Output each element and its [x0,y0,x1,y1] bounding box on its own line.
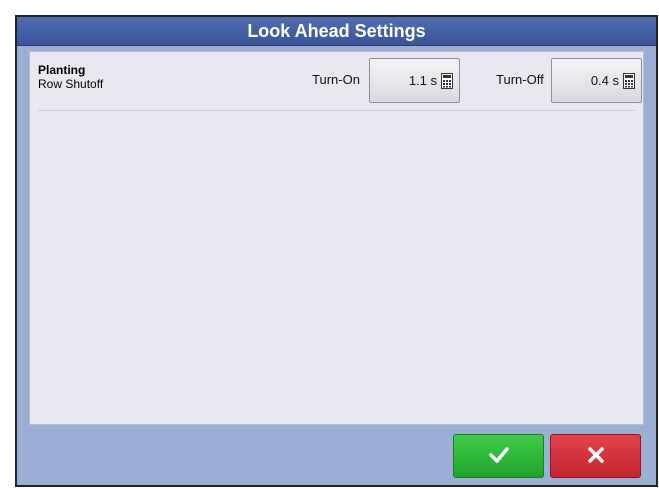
row-subtitle: Row Shutoff [38,77,104,91]
ok-button[interactable] [453,434,544,478]
turn-on-value: 1.1 s [408,73,437,88]
calculator-icon [623,72,635,89]
dialog-title: Look Ahead Settings [17,17,656,46]
row-title: Planting [38,63,86,77]
check-icon [488,443,509,469]
close-icon [587,443,604,469]
calculator-icon [441,72,453,89]
settings-row: Planting Row Shutoff Turn-On 1.1 s Turn-… [38,58,642,111]
turn-off-value: 0.4 s [590,73,619,88]
look-ahead-settings-dialog: Look Ahead Settings Planting Row Shutoff… [15,15,658,487]
cancel-button[interactable] [550,434,641,478]
turn-off-label: Turn-Off [496,72,544,87]
turn-on-label: Turn-On [312,72,360,87]
turn-off-value-button[interactable]: 0.4 s [551,58,642,103]
settings-panel: Planting Row Shutoff Turn-On 1.1 s Turn-… [29,51,644,425]
turn-on-value-button[interactable]: 1.1 s [369,58,460,103]
